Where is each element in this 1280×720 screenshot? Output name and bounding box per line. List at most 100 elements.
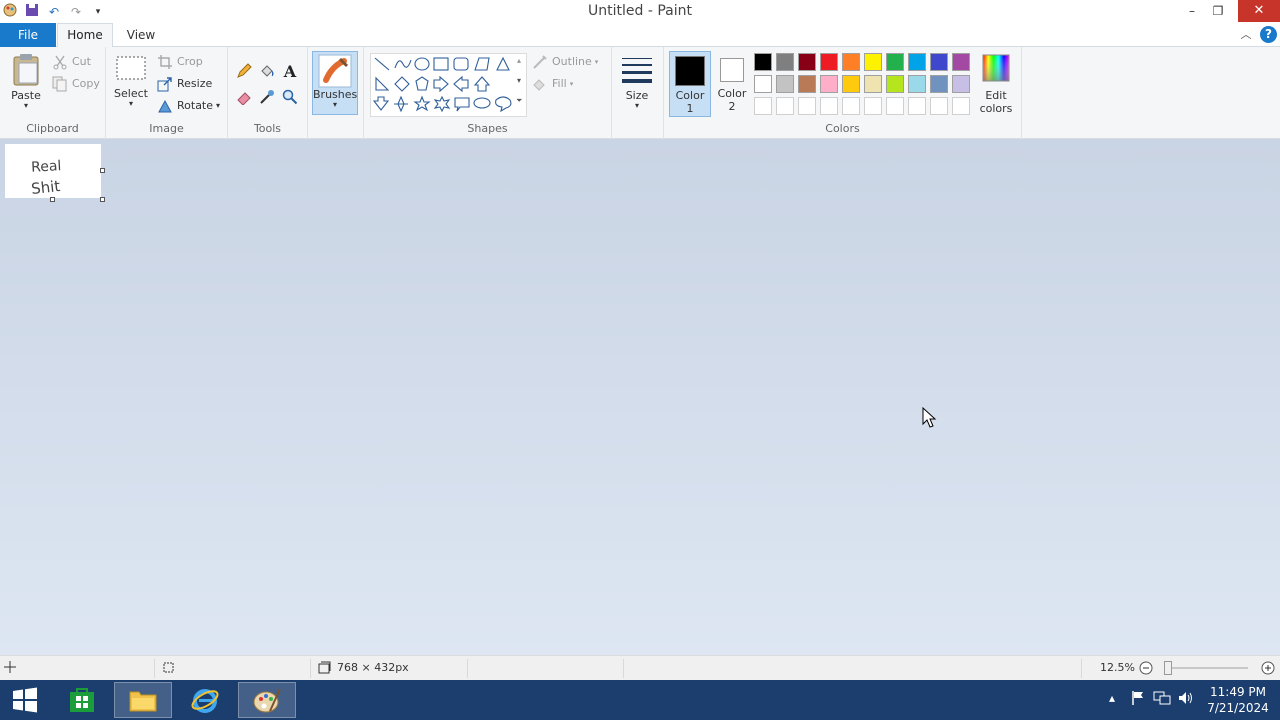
- resize-handle-right[interactable]: [100, 168, 105, 173]
- palette-swatch[interactable]: [842, 75, 860, 93]
- taskbar-internet-explorer[interactable]: [176, 682, 234, 718]
- taskbar-paint[interactable]: [238, 682, 296, 718]
- close-button[interactable]: ✕: [1238, 0, 1280, 22]
- windows-logo-icon: [13, 687, 37, 713]
- clipboard-group-label: Clipboard: [26, 122, 79, 135]
- palette-swatch[interactable]: [930, 53, 948, 71]
- palette-swatch[interactable]: [776, 75, 794, 93]
- palette-swatch-empty[interactable]: [798, 97, 816, 115]
- zoom-slider-thumb[interactable]: [1164, 661, 1172, 675]
- palette-swatch-empty[interactable]: [886, 97, 904, 115]
- palette-swatch[interactable]: [842, 53, 860, 71]
- copy-button[interactable]: Copy: [52, 75, 100, 93]
- cut-button[interactable]: Cut: [52, 53, 91, 71]
- palette-swatch-empty[interactable]: [930, 97, 948, 115]
- zoom-in-icon[interactable]: [1261, 661, 1275, 678]
- pencil-icon[interactable]: [234, 61, 254, 81]
- palette-swatch[interactable]: [886, 75, 904, 93]
- outline-icon: [532, 54, 548, 70]
- paste-button[interactable]: Paste ▾: [6, 53, 46, 110]
- fill-button[interactable]: Fill ▾: [532, 75, 573, 93]
- brushes-button[interactable]: Brushes ▾: [312, 51, 358, 115]
- rotate-dropdown-icon[interactable]: ▾: [216, 97, 220, 115]
- select-dropdown-icon[interactable]: ▾: [112, 100, 150, 108]
- maximize-button[interactable]: ❐: [1201, 0, 1235, 22]
- shapes-scroll-up-icon[interactable]: ▴: [517, 56, 521, 65]
- store-icon: [70, 688, 94, 712]
- edit-colors-button[interactable]: Edit colors: [976, 53, 1016, 115]
- select-button[interactable]: Select ▾: [112, 55, 150, 108]
- size-button[interactable]: Size ▾: [618, 55, 656, 110]
- rotate-button[interactable]: Rotate ▾: [157, 97, 220, 115]
- collapse-ribbon-icon[interactable]: ︿: [1237, 26, 1255, 44]
- shapes-scroll-down-icon[interactable]: ▾: [517, 76, 521, 85]
- zoom-out-icon[interactable]: [1139, 661, 1153, 678]
- fill-dropdown-icon[interactable]: ▾: [570, 75, 574, 93]
- color1-button[interactable]: Color 1: [669, 51, 711, 117]
- taskbar-file-explorer[interactable]: [114, 682, 172, 718]
- resize-handle-bottom[interactable]: [50, 197, 55, 202]
- palette-swatch[interactable]: [886, 53, 904, 71]
- color2-button[interactable]: Color 2: [714, 51, 750, 117]
- text-tool-icon[interactable]: A: [280, 61, 300, 81]
- magnifier-icon[interactable]: [280, 87, 300, 107]
- tab-view[interactable]: View: [116, 23, 166, 47]
- outline-dropdown-icon[interactable]: ▾: [595, 53, 599, 71]
- palette-swatch[interactable]: [776, 53, 794, 71]
- palette-swatch[interactable]: [952, 75, 970, 93]
- crop-button[interactable]: Crop: [157, 53, 203, 71]
- palette-swatch[interactable]: [930, 75, 948, 93]
- palette-swatch[interactable]: [820, 75, 838, 93]
- shape-fill-icon: [532, 76, 548, 92]
- palette-swatch[interactable]: [798, 53, 816, 71]
- palette-swatch[interactable]: [798, 75, 816, 93]
- zoom-slider-track[interactable]: [1166, 667, 1248, 669]
- title-bar: ↶ ↷ ▾ Untitled - Paint – ❐ ✕: [0, 0, 1280, 23]
- canvas-workspace[interactable]: Real Shit: [0, 139, 1280, 655]
- network-icon[interactable]: [1153, 690, 1171, 709]
- tab-file[interactable]: File: [0, 23, 56, 47]
- eraser-icon[interactable]: [234, 87, 254, 107]
- mouse-cursor-icon: [922, 407, 937, 428]
- system-clock[interactable]: 11:49 PM 7/21/2024: [1205, 684, 1271, 716]
- palette-swatch[interactable]: [754, 53, 772, 71]
- palette-swatch[interactable]: [820, 53, 838, 71]
- palette-swatch[interactable]: [864, 75, 882, 93]
- palette-swatch[interactable]: [908, 53, 926, 71]
- palette-swatch-empty[interactable]: [908, 97, 926, 115]
- outline-button[interactable]: Outline ▾: [532, 53, 598, 71]
- palette-swatch[interactable]: [754, 75, 772, 93]
- volume-icon[interactable]: [1177, 690, 1195, 709]
- palette-swatch-empty[interactable]: [842, 97, 860, 115]
- fill-bucket-icon[interactable]: [257, 61, 277, 81]
- palette-swatch-empty[interactable]: [776, 97, 794, 115]
- resize-handle-corner[interactable]: [100, 197, 105, 202]
- help-icon[interactable]: ?: [1260, 26, 1277, 43]
- resize-button[interactable]: Resize: [157, 75, 212, 93]
- drawing-canvas[interactable]: Real Shit: [5, 144, 101, 198]
- start-button[interactable]: [0, 682, 50, 718]
- palette-swatch-empty[interactable]: [754, 97, 772, 115]
- taskbar-store[interactable]: [53, 682, 111, 718]
- action-center-flag-icon[interactable]: [1130, 690, 1146, 709]
- line-size-icon: [622, 58, 652, 83]
- palette-swatch[interactable]: [864, 53, 882, 71]
- color-picker-icon[interactable]: [257, 87, 277, 107]
- palette-swatch-empty[interactable]: [864, 97, 882, 115]
- brushes-dropdown-icon[interactable]: ▾: [313, 101, 357, 109]
- rotate-icon: [157, 98, 173, 114]
- status-separator: [1081, 659, 1082, 678]
- palette-swatch[interactable]: [908, 75, 926, 93]
- palette-swatch-empty[interactable]: [952, 97, 970, 115]
- palette-swatch[interactable]: [952, 53, 970, 71]
- show-hidden-icons-icon[interactable]: ▴: [1109, 691, 1115, 705]
- paste-dropdown-icon[interactable]: ▾: [6, 102, 46, 110]
- image-size-text: 768 × 432px: [337, 661, 409, 674]
- color-spectrum-icon: [982, 54, 1010, 82]
- palette-swatch-empty[interactable]: [820, 97, 838, 115]
- shapes-expand-icon[interactable]: ⏷: [516, 96, 522, 106]
- tab-home[interactable]: Home: [57, 23, 113, 48]
- size-dropdown-icon[interactable]: ▾: [618, 102, 656, 110]
- color1-number: 1: [686, 102, 694, 115]
- copy-label: Copy: [72, 77, 100, 90]
